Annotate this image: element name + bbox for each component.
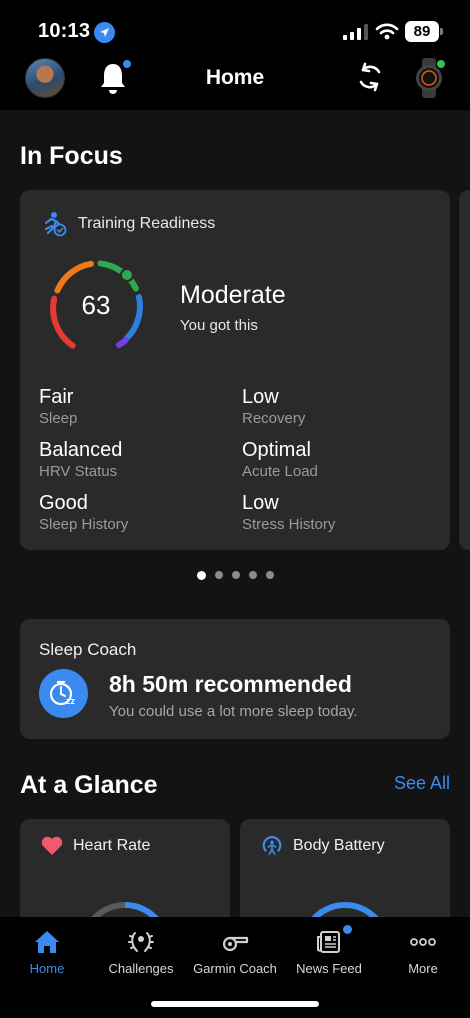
- nav-label: Garmin Coach: [193, 961, 277, 976]
- metric-acute-load: Optimal Acute Load: [242, 438, 318, 481]
- home-icon: [35, 931, 59, 953]
- metric-label: HRV Status: [39, 463, 118, 480]
- page-title: Home: [205, 66, 265, 89]
- training-readiness-card[interactable]: Training Readiness 63 Moderate You got t…: [20, 190, 450, 550]
- metric-label: Sleep: [39, 410, 78, 427]
- battery-nub: [440, 28, 443, 35]
- metric-value: Optimal: [242, 439, 311, 461]
- card-title: Training Readiness: [78, 215, 216, 232]
- nav-label: Challenges: [108, 961, 174, 976]
- laurel-icon: [128, 932, 154, 952]
- next-card-peek[interactable]: [459, 190, 470, 550]
- body-battery-icon: [262, 836, 282, 856]
- sleep-coach-icon: zz: [39, 669, 88, 718]
- home-indicator[interactable]: [151, 1001, 319, 1007]
- page-dot[interactable]: [249, 571, 257, 579]
- metric-hrv-status: Balanced HRV Status: [39, 438, 122, 481]
- metric-value: Low: [242, 386, 279, 408]
- metric-stress-history: Low Stress History: [242, 491, 335, 534]
- gauge-segment-purple: [116, 337, 129, 348]
- nav-news-feed[interactable]: News Feed: [282, 917, 376, 987]
- metric-value: Good: [39, 492, 88, 514]
- readiness-score: 63: [81, 290, 111, 320]
- nav-challenges[interactable]: Challenges: [94, 917, 188, 987]
- nav-label: Home: [29, 961, 65, 976]
- more-icon: [410, 938, 436, 946]
- sleep-coach-title: Sleep Coach: [39, 640, 137, 659]
- metric-value: Low: [242, 492, 279, 514]
- news-badge: [342, 924, 353, 935]
- battery-indicator: 89: [405, 21, 439, 42]
- section-title-in-focus: In Focus: [20, 142, 123, 170]
- gauge-marker: [119, 268, 134, 282]
- svg-text:zz: zz: [66, 696, 76, 706]
- metric-sleep: Fair Sleep: [39, 385, 77, 428]
- sync-icon[interactable]: [354, 60, 386, 94]
- metric-recovery: Low Recovery: [242, 385, 305, 428]
- page-dot[interactable]: [232, 571, 240, 579]
- status-time: 10:13: [38, 20, 91, 42]
- metric-label: Recovery: [242, 410, 306, 427]
- location-arrow-icon: [94, 22, 115, 43]
- glance-label: Heart Rate: [73, 837, 151, 854]
- device-connected-badge: [436, 59, 446, 69]
- section-title-at-a-glance: At a Glance: [20, 771, 158, 799]
- metric-label: Acute Load: [242, 463, 318, 480]
- cellular-signal-icon: [343, 24, 368, 40]
- sleep-recommendation: 8h 50m recommended: [109, 671, 352, 697]
- glance-label: Body Battery: [293, 837, 385, 854]
- nav-home[interactable]: Home: [0, 917, 94, 987]
- metric-sleep-history: Good Sleep History: [39, 491, 128, 534]
- nav-label: More: [408, 961, 438, 976]
- page-dot[interactable]: [266, 571, 274, 579]
- gauge-segment-orange: [54, 260, 94, 294]
- page-dot[interactable]: [197, 571, 206, 580]
- whistle-icon: [222, 936, 249, 952]
- training-readiness-icon: [44, 212, 67, 237]
- see-all-link[interactable]: See All: [394, 773, 450, 794]
- metric-value: Fair: [39, 386, 74, 408]
- carousel-pagination[interactable]: [197, 571, 274, 581]
- nav-more[interactable]: More: [376, 917, 470, 987]
- metric-label: Sleep History: [39, 516, 129, 533]
- wifi-icon: [375, 23, 399, 40]
- metric-label: Stress History: [242, 516, 336, 533]
- top-bar: 10:13 89 Home: [0, 0, 470, 110]
- readiness-message: You got this: [180, 317, 258, 334]
- news-icon: [317, 931, 340, 953]
- page-dot[interactable]: [215, 571, 223, 579]
- sleep-coach-card[interactable]: Sleep Coach zz 8h 50m recommended You co…: [20, 619, 450, 739]
- sleep-message: You could use a lot more sleep today.: [109, 703, 358, 720]
- nav-label: News Feed: [296, 961, 362, 976]
- readiness-status: Moderate: [180, 281, 286, 309]
- metric-value: Balanced: [39, 439, 123, 461]
- heart-icon: [41, 836, 63, 855]
- nav-garmin-coach[interactable]: Garmin Coach: [188, 917, 282, 987]
